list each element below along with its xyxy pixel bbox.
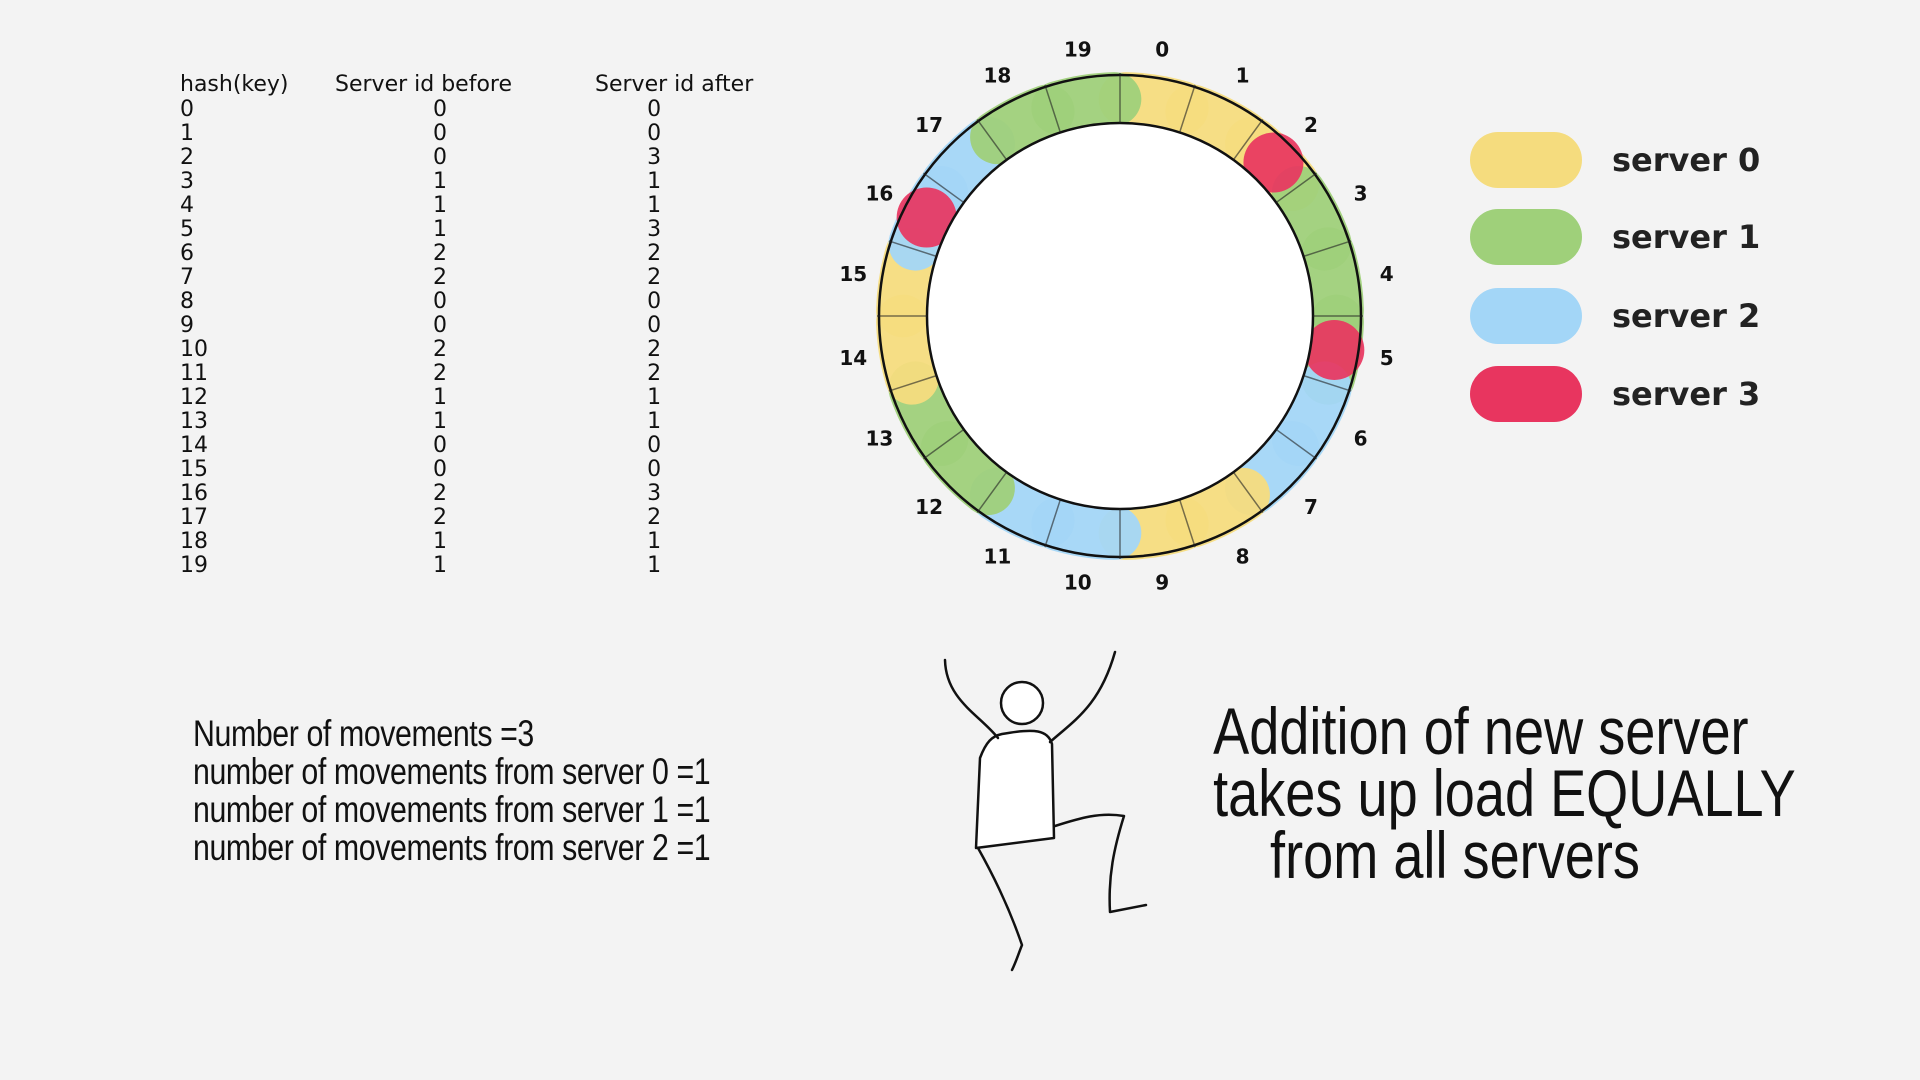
ring-slot-label: 19 <box>1064 37 1092 61</box>
ring-slot-label: 11 <box>984 545 1012 569</box>
ring-slot-label: 15 <box>839 262 867 286</box>
ring-slot-label: 4 <box>1380 262 1394 286</box>
ring-slot-label: 16 <box>866 181 894 205</box>
ring-slot-label: 10 <box>1064 571 1092 595</box>
ring-slot-label: 14 <box>839 346 867 370</box>
ring-slot-label: 5 <box>1380 346 1394 370</box>
ring-slot-label: 7 <box>1304 495 1318 519</box>
ring-inner-circle <box>925 121 1315 511</box>
ring-slot-label: 17 <box>915 113 943 137</box>
ring-slot-label: 13 <box>866 427 894 451</box>
ring-slot-label: 8 <box>1236 545 1250 569</box>
ring-slot-label: 3 <box>1354 181 1368 205</box>
ring-segment <box>1031 72 1142 135</box>
ring-slot-label: 1 <box>1236 63 1250 87</box>
ring-slot-label: 2 <box>1304 113 1318 137</box>
ring-slot-label: 9 <box>1155 571 1169 595</box>
ring-slot-label: 6 <box>1354 427 1368 451</box>
ring-slot-label: 0 <box>1155 37 1169 61</box>
stick-figure-icon <box>943 650 1148 972</box>
ring-slot-label: 18 <box>984 63 1012 87</box>
hash-ring-diagram: 012345678910111213141516171819 <box>839 37 1394 972</box>
ring-slot-label: 12 <box>915 495 943 519</box>
